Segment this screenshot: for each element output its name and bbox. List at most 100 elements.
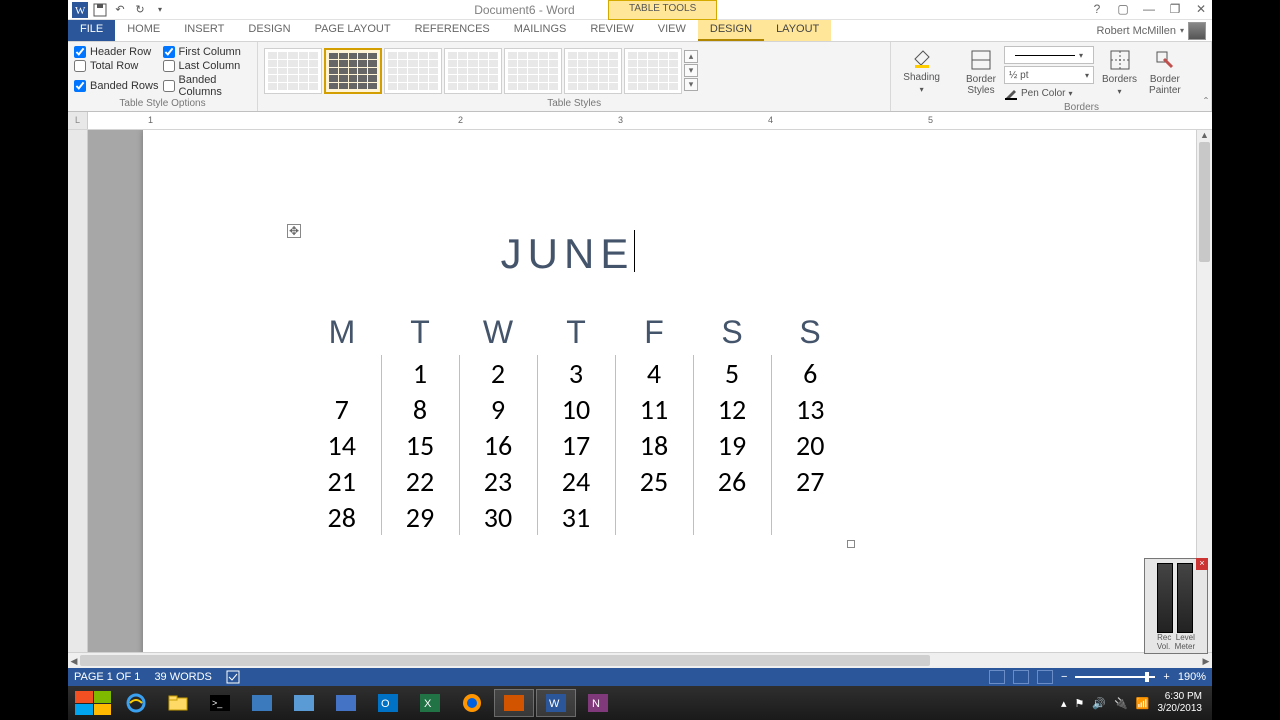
tab-home[interactable]: HOME — [115, 20, 172, 41]
app-icon-1[interactable] — [242, 689, 282, 717]
pen-color-button[interactable]: Pen Color▾ — [1004, 86, 1094, 100]
tab-design[interactable]: DESIGN — [236, 20, 302, 41]
table-style-5[interactable] — [504, 48, 562, 94]
ribbon: Header Row First Column Total Row Last C… — [68, 42, 1212, 112]
ruler-vertical[interactable] — [68, 130, 88, 652]
page-1[interactable]: ✥ JUNE M T W T F S S 123456 78910111213 … — [143, 130, 1198, 652]
app-icon-2[interactable] — [284, 689, 324, 717]
meter-bar-rec — [1157, 563, 1173, 633]
table-resize-handle[interactable] — [847, 540, 855, 548]
table-row: 123456 — [303, 355, 849, 391]
ie-icon[interactable] — [116, 689, 156, 717]
ribbon-options-button[interactable]: ▢ — [1116, 2, 1130, 16]
tab-table-design[interactable]: DESIGN — [698, 20, 764, 41]
chk-total-row[interactable]: Total Row — [74, 60, 163, 72]
firefox-icon[interactable] — [452, 689, 492, 717]
tray-icon[interactable]: 🔌 — [1114, 697, 1128, 710]
scroll-left-icon[interactable]: ◀ — [68, 653, 80, 668]
table-row: 28293031 — [303, 499, 849, 535]
table-style-2-selected[interactable] — [324, 48, 382, 94]
calendar-table[interactable]: M T W T F S S 123456 78910111213 1415161… — [303, 310, 849, 535]
tray-network-icon[interactable]: 📶 — [1136, 697, 1150, 710]
border-painter-button[interactable]: Border Painter — [1145, 46, 1185, 98]
scroll-thumb[interactable] — [1199, 142, 1210, 262]
day-header: T — [537, 310, 615, 355]
calendar-title[interactable]: JUNE — [288, 230, 848, 278]
table-style-7[interactable] — [624, 48, 682, 94]
ruler-corner[interactable]: L — [68, 112, 88, 129]
tab-file[interactable]: FILE — [68, 20, 115, 41]
border-weight[interactable]: ½ pt▾ — [1004, 66, 1094, 84]
excel-icon[interactable]: X — [410, 689, 450, 717]
table-style-3[interactable] — [384, 48, 442, 94]
level-meter-window[interactable]: × Rec Level Vol. Meter — [1144, 558, 1208, 654]
zoom-in-button[interactable]: + — [1163, 671, 1169, 683]
app-icon-3[interactable] — [326, 689, 366, 717]
maximize-button[interactable]: ❐ — [1168, 2, 1182, 16]
cmd-icon[interactable]: >_ — [200, 689, 240, 717]
recorder-icon[interactable] — [494, 689, 534, 717]
table-row: 21222324252627 — [303, 463, 849, 499]
chk-banded-columns[interactable]: Banded Columns — [163, 74, 252, 98]
tab-table-layout[interactable]: LAYOUT — [764, 20, 831, 41]
zoom-slider[interactable] — [1075, 676, 1155, 678]
svg-text:W: W — [75, 5, 86, 17]
zoom-level[interactable]: 190% — [1178, 671, 1206, 683]
chk-header-row[interactable]: Header Row — [74, 46, 163, 58]
borders-button[interactable]: Borders▾ — [1098, 46, 1141, 98]
view-web-layout[interactable] — [1037, 670, 1053, 684]
proofing-icon[interactable] — [226, 670, 240, 684]
status-page[interactable]: PAGE 1 OF 1 — [74, 671, 140, 683]
chk-banded-rows[interactable]: Banded Rows — [74, 74, 163, 98]
tray-up-icon[interactable]: ▴ — [1061, 697, 1067, 710]
close-button[interactable]: ✕ — [1194, 2, 1208, 16]
tab-insert[interactable]: INSERT — [172, 20, 236, 41]
status-words[interactable]: 39 WORDS — [154, 671, 211, 683]
redo-icon[interactable]: ↻ — [132, 2, 148, 18]
horizontal-scrollbar[interactable]: ◀ ▶ — [68, 652, 1212, 668]
group-label-tso: Table Style Options — [74, 98, 251, 111]
tab-page-layout[interactable]: PAGE LAYOUT — [303, 20, 403, 41]
ruler-h-track: 1 2 3 4 5 — [88, 112, 1212, 129]
help-button[interactable]: ? — [1090, 2, 1104, 16]
tab-review[interactable]: REVIEW — [578, 20, 645, 41]
qat-dropdown-icon[interactable]: ▾ — [152, 2, 168, 18]
minimize-button[interactable]: — — [1142, 2, 1156, 16]
onenote-icon[interactable]: N — [578, 689, 618, 717]
border-line-style[interactable]: ▾ — [1004, 46, 1094, 64]
group-table-styles: ▴▾▾ Table Styles — [258, 42, 891, 111]
scroll-up-icon[interactable]: ▲ — [1197, 130, 1212, 142]
taskbar-clock[interactable]: 6:30 PM 3/20/2013 — [1158, 691, 1203, 715]
chk-last-column[interactable]: Last Column — [163, 60, 252, 72]
table-style-1[interactable] — [264, 48, 322, 94]
table-styles-expand[interactable]: ▴▾▾ — [684, 50, 698, 91]
explorer-icon[interactable] — [158, 689, 198, 717]
day-header: S — [693, 310, 771, 355]
save-icon[interactable] — [92, 2, 108, 18]
tab-view[interactable]: VIEW — [646, 20, 698, 41]
outlook-icon[interactable]: O — [368, 689, 408, 717]
page-canvas[interactable]: ✥ JUNE M T W T F S S 123456 78910111213 … — [88, 130, 1212, 652]
chevron-down-icon: ▾ — [920, 85, 924, 94]
tab-references[interactable]: REFERENCES — [403, 20, 502, 41]
collapse-ribbon-icon[interactable]: ˆ — [1204, 95, 1208, 109]
view-read-mode[interactable] — [989, 670, 1005, 684]
tab-mailings[interactable]: MAILINGS — [502, 20, 579, 41]
table-style-4[interactable] — [444, 48, 502, 94]
border-styles-button[interactable]: Border Styles — [962, 46, 1000, 98]
start-button[interactable] — [72, 688, 114, 718]
chk-first-column[interactable]: First Column — [163, 46, 252, 58]
zoom-out-button[interactable]: − — [1061, 671, 1067, 683]
view-print-layout[interactable] — [1013, 670, 1029, 684]
word-taskbar-icon[interactable]: W — [536, 689, 576, 717]
shading-button[interactable]: Shading ▾ — [899, 44, 944, 96]
hscroll-thumb[interactable] — [80, 655, 930, 666]
level-meter-close[interactable]: × — [1196, 558, 1208, 570]
scroll-right-icon[interactable]: ▶ — [1200, 653, 1212, 668]
table-style-6[interactable] — [564, 48, 622, 94]
undo-icon[interactable]: ↶ — [112, 2, 128, 18]
user-account[interactable]: Robert McMillen ▾ — [1091, 20, 1212, 41]
tray-icon[interactable]: 🔊 — [1092, 697, 1106, 710]
tray-icon[interactable]: ⚑ — [1075, 697, 1085, 710]
ruler-horizontal[interactable]: L 1 2 3 4 5 — [68, 112, 1212, 130]
